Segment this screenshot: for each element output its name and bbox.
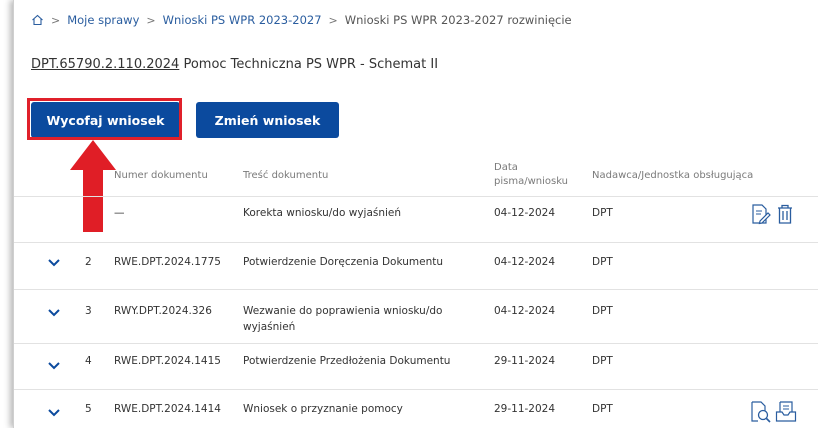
cell-content: Potwierdzenie Doręczenia Dokumentu — [243, 256, 444, 268]
row-divider — [14, 389, 818, 390]
header-date: Data pisma/wniosku — [494, 155, 568, 195]
cell-number: 5 — [85, 403, 92, 415]
row-divider — [14, 343, 818, 344]
cell-sender: DPT — [592, 207, 613, 219]
trash-icon[interactable] — [776, 203, 794, 225]
breadcrumb: > Moje sprawy > Wnioski PS WPR 2023-2027… — [31, 10, 572, 30]
table-row: 4 RWE.DPT.2024.1415 Potwierdzenie Przedł… — [14, 352, 818, 382]
cell-number: 4 — [85, 355, 92, 367]
chevron-down-icon[interactable] — [48, 259, 60, 267]
case-description: Pomoc Techniczna PS WPR - Schemat II — [183, 57, 439, 72]
chevron-down-icon[interactable] — [48, 409, 60, 417]
header-date-line1: Data — [494, 162, 518, 173]
header-sender: Nadawca/Jednostka obsługująca — [592, 169, 754, 181]
header-doc-number: Numer dokumentu — [114, 169, 208, 181]
header-date-line2: pisma/wniosku — [494, 176, 569, 187]
cell-number: 2 — [85, 256, 92, 268]
cell-doc-number: RWY.DPT.2024.326 — [114, 305, 212, 317]
table-row: — Korekta wniosku/do wyjaśnień 04-12-202… — [14, 203, 818, 235]
table-header: Numer dokumentu Treść dokumentu Data pis… — [14, 155, 818, 195]
table-row: 5 RWE.DPT.2024.1414 Wniosek o przyznanie… — [14, 398, 818, 428]
chevron-down-icon[interactable] — [48, 309, 60, 317]
header-content: Treść dokumentu — [243, 169, 329, 181]
cell-date: 04-12-2024 — [494, 256, 556, 268]
change-application-button[interactable]: Zmień wniosek — [196, 102, 339, 138]
inbox-document-icon[interactable] — [775, 400, 797, 424]
cell-date: 29-11-2024 — [494, 355, 556, 367]
cell-sender: DPT — [592, 355, 613, 367]
case-title: DPT.65790.2.110.2024 Pomoc Techniczna PS… — [31, 57, 438, 72]
row-divider — [14, 242, 818, 243]
search-document-icon[interactable] — [749, 400, 771, 424]
cell-content-line2: wyjaśnień — [243, 321, 296, 333]
cell-date: 29-11-2024 — [494, 403, 556, 415]
breadcrumb-item-my-cases[interactable]: Moje sprawy — [67, 13, 139, 27]
cell-doc-number: RWE.DPT.2024.1775 — [114, 256, 221, 268]
row-divider — [14, 289, 818, 290]
table-row: 3 RWY.DPT.2024.326 Wezwanie do poprawien… — [14, 298, 818, 338]
highlight-annotation-box — [27, 98, 182, 140]
breadcrumb-separator: > — [328, 13, 338, 27]
breadcrumb-item-current: Wnioski PS WPR 2023-2027 rozwinięcie — [344, 13, 572, 27]
edit-document-icon[interactable] — [749, 203, 771, 225]
breadcrumb-separator: > — [51, 13, 61, 27]
home-icon[interactable] — [31, 14, 44, 26]
cell-date: 04-12-2024 — [494, 305, 556, 317]
cell-content: Wezwanie do poprawienia wniosku/do — [243, 305, 443, 317]
cell-content: Potwierdzenie Przedłożenia Dokumentu — [243, 355, 451, 367]
breadcrumb-separator: > — [146, 13, 156, 27]
cell-date: 04-12-2024 — [494, 207, 556, 219]
case-number-link[interactable]: DPT.65790.2.110.2024 — [31, 57, 179, 72]
chevron-down-icon[interactable] — [48, 362, 60, 370]
cell-content: Wniosek o przyznanie pomocy — [243, 403, 403, 415]
cell-sender: DPT — [592, 256, 613, 268]
cell-doc-number: RWE.DPT.2024.1414 — [114, 403, 221, 415]
cell-sender: DPT — [592, 403, 613, 415]
row-divider — [14, 196, 818, 197]
breadcrumb-item-applications[interactable]: Wnioski PS WPR 2023-2027 — [163, 13, 322, 27]
cell-sender: DPT — [592, 305, 613, 317]
table-row: 2 RWE.DPT.2024.1775 Potwierdzenie Doręcz… — [14, 251, 818, 281]
cell-doc-number: RWE.DPT.2024.1415 — [114, 355, 221, 367]
cell-number: 3 — [85, 305, 92, 317]
cell-content: Korekta wniosku/do wyjaśnień — [243, 207, 402, 219]
cell-doc-number: — — [114, 207, 125, 219]
